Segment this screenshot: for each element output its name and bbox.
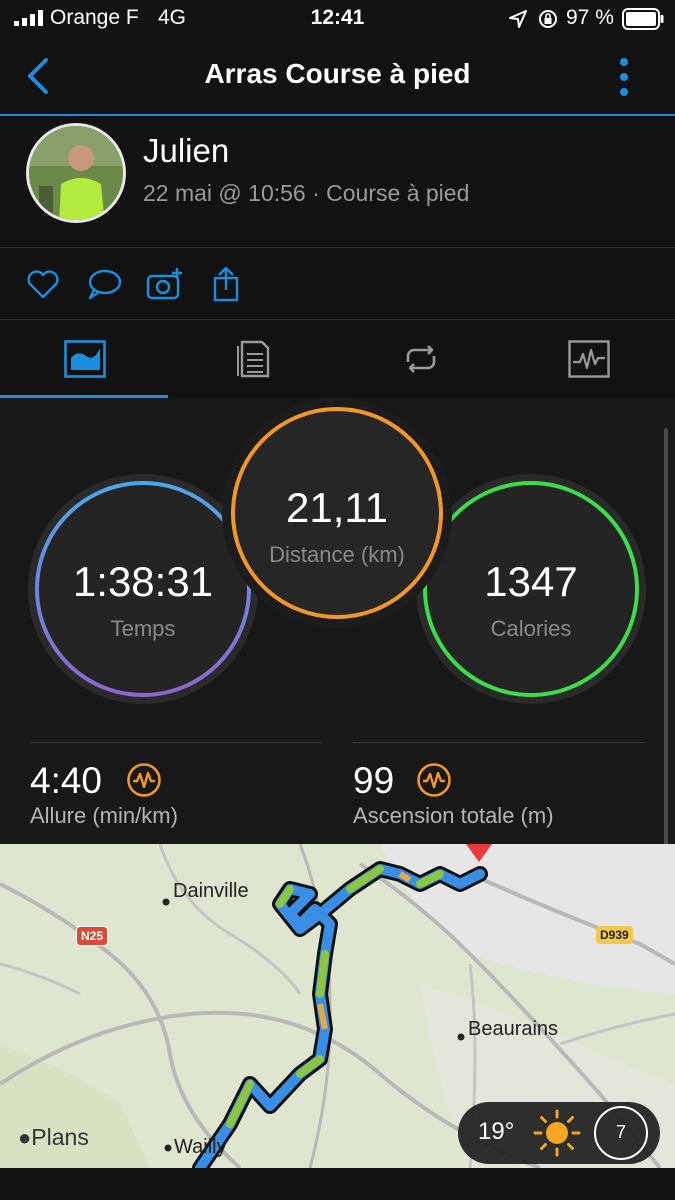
status-bar: Orange F 4G 12:41 97 % <box>0 0 675 38</box>
road-badge-n25: N25 <box>76 926 109 946</box>
divider-right <box>353 742 645 743</box>
map-attribution-text: Plans <box>31 1124 89 1150</box>
weather-temperature: 19° <box>478 1118 515 1145</box>
tab-details[interactable] <box>168 320 336 398</box>
overview-icon <box>64 340 106 378</box>
comment-icon[interactable] <box>85 266 123 302</box>
battery-icon <box>622 8 664 30</box>
bottom-strip <box>0 1168 675 1200</box>
avatar-photo <box>29 126 123 220</box>
add-photo-icon[interactable] <box>146 266 184 302</box>
distance-label: Distance (km) <box>269 542 405 567</box>
map-label-beaurains: Beaurains <box>468 1018 559 1040</box>
road-badge-d939: D939 <box>596 926 633 944</box>
share-icon[interactable] <box>207 266 245 302</box>
battery-percent: 97 % <box>566 6 614 29</box>
laps-icon <box>406 345 436 373</box>
tab-charts[interactable] <box>504 320 672 398</box>
activity-header: Julien 22 mai @ 10:56 · Course à pied <box>0 118 675 248</box>
divider-left <box>30 742 322 743</box>
charts-icon <box>568 340 610 378</box>
activity-meta: 22 mai @ 10:56 · Course à pied <box>143 180 470 206</box>
action-bar <box>0 248 675 320</box>
tab-laps[interactable] <box>336 320 504 398</box>
heart-icon[interactable] <box>24 266 62 302</box>
rotation-lock-icon <box>539 10 557 28</box>
pace-info-icon[interactable] <box>126 762 162 798</box>
map-label-wailly: Wailly <box>174 1136 227 1158</box>
nav-bar: Arras Course à pied <box>0 38 675 116</box>
location-arrow-icon <box>509 10 527 28</box>
details-icon <box>237 340 270 378</box>
map-label-dainville: Dainville <box>173 880 249 902</box>
map-attribution: ●Plans <box>18 1124 89 1151</box>
stats-panel: 1:38:31 Temps 1347 Calories 21,11 Distan… <box>0 398 675 848</box>
tab-bar <box>0 320 675 398</box>
sun-icon <box>533 1109 581 1157</box>
route-map[interactable]: Dainville Beaurains Wailly N25 D939 ●Pla… <box>0 844 675 1168</box>
page-title: Arras Course à pied <box>204 58 471 89</box>
avatar[interactable] <box>26 123 126 223</box>
wind-speed: 7 <box>615 1122 626 1142</box>
wind-indicator: 7 <box>594 1106 648 1160</box>
apple-logo-icon: ● <box>18 1125 32 1150</box>
user-name: Julien <box>143 132 230 169</box>
distance-circle: 21,11 Distance (km) <box>222 398 452 628</box>
ascent-value: 99 <box>353 760 395 801</box>
ascent-label: Ascension totale (m) <box>353 803 554 828</box>
distance-value: 21,11 <box>286 484 388 531</box>
scrollbar[interactable] <box>664 428 668 848</box>
more-options-icon[interactable] <box>612 54 636 100</box>
pace-value: 4:40 <box>30 760 103 801</box>
pace-label: Allure (min/km) <box>30 803 178 828</box>
weather-widget[interactable]: 19° 7 <box>458 1102 660 1164</box>
tab-overview[interactable] <box>0 320 168 398</box>
ascent-info-icon[interactable] <box>416 762 452 798</box>
